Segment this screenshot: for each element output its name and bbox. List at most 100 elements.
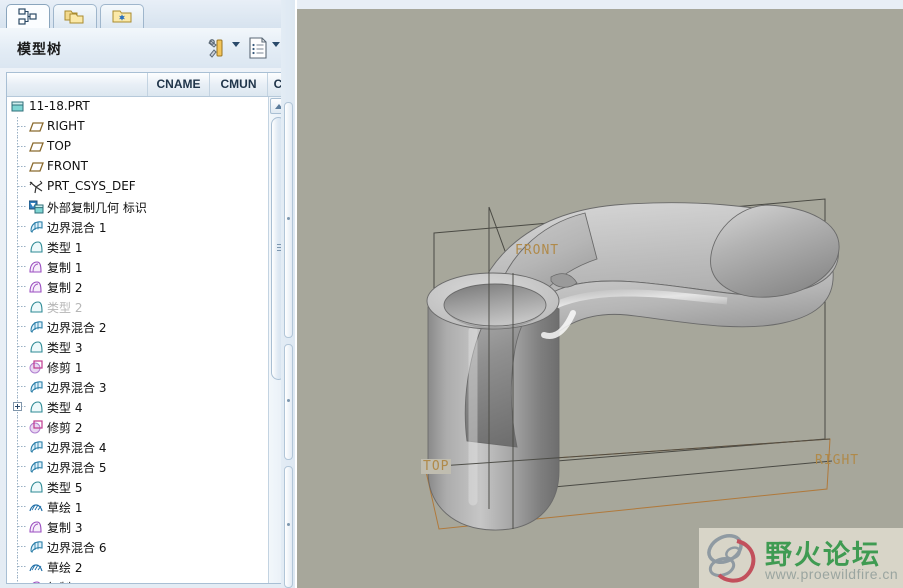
cad-model-graphic <box>424 198 840 531</box>
datum-plane-icon <box>29 140 44 154</box>
type-surface-icon <box>29 300 44 314</box>
tree-guide-line <box>17 177 18 197</box>
boundary-blend-icon <box>29 440 44 454</box>
tree-row[interactable]: 复制 1 <box>7 257 267 277</box>
tree-row[interactable]: 边界混合 2 <box>7 317 267 337</box>
tree-guide-line <box>17 497 18 517</box>
tree-row[interactable]: 边界混合 1 <box>7 217 267 237</box>
list-icon <box>249 37 267 59</box>
tree-row[interactable]: TOP <box>7 137 267 157</box>
type-surface-icon <box>29 340 44 354</box>
tree-row-label: 边界混合 2 <box>47 321 107 335</box>
tree-row[interactable]: 类型 5 <box>7 477 267 497</box>
tree-row-label: 外部复制几何 标识 <box>47 201 147 215</box>
tree-guide-line <box>17 277 18 297</box>
tab-model-tree[interactable] <box>6 4 50 29</box>
tree-elbow-line <box>18 526 27 527</box>
tree-row-label: PRT_CSYS_DEF <box>47 179 136 193</box>
column-header-cmun[interactable]: CMUN <box>209 73 267 96</box>
tree-row[interactable]: 类型 2 <box>7 297 267 317</box>
navigator-panel: 模型树 CNAME CMUN C 11-18.PRT RIGHT TOP FRO… <box>0 0 295 588</box>
tree-elbow-line <box>18 266 27 267</box>
tree-row[interactable]: 复制 2 <box>7 277 267 297</box>
datum-label-top[interactable]: TOP <box>421 459 452 474</box>
tree-guide-line <box>17 557 18 577</box>
tree-column-headers: CNAME CMUN C <box>7 73 288 97</box>
columns-dropdown-arrow[interactable] <box>272 42 280 47</box>
type-surface-icon <box>29 480 44 494</box>
external-copy-geom-icon <box>28 200 44 214</box>
tree-row[interactable]: 草绘 1 <box>7 497 267 517</box>
tree-row[interactable]: 边界混合 5 <box>7 457 267 477</box>
tree-elbow-line <box>18 346 27 347</box>
tree-row-label: 类型 5 <box>47 481 83 495</box>
tree-row-label: 修剪 2 <box>47 421 83 435</box>
tree-guide-line <box>17 457 18 477</box>
type-surface-icon <box>29 240 44 254</box>
tree-row-label: 复制 4 <box>47 579 82 583</box>
tree-elbow-line <box>18 466 27 467</box>
tab-layers[interactable] <box>53 4 97 28</box>
tree-row[interactable]: 类型 4 <box>7 397 267 417</box>
tree-row[interactable]: 草绘 2 <box>7 557 267 577</box>
tree-guide-line <box>17 137 18 157</box>
tools-dropdown-arrow[interactable] <box>232 42 240 47</box>
tree-row-label: TOP <box>47 139 72 153</box>
tree-row[interactable]: 边界混合 3 <box>7 377 267 397</box>
datum-label-front[interactable]: FRONT <box>515 243 559 258</box>
panel-title-bar: 模型树 <box>0 28 295 68</box>
splitter-handle-lower[interactable] <box>284 466 293 588</box>
tree-guide-line <box>17 197 18 217</box>
tree-elbow-line <box>18 326 27 327</box>
tree-row[interactable]: 复制 3 <box>7 517 267 537</box>
tree-elbow-line <box>18 126 27 127</box>
application-window: 模型树 CNAME CMUN C 11-18.PRT RIGHT TOP FRO… <box>0 0 903 588</box>
tree-row[interactable]: 类型 1 <box>7 237 267 257</box>
tree-row-list[interactable]: 11-18.PRT RIGHT TOP FRONT PRT_CSYS_DEF 外部复制几何… <box>7 97 267 583</box>
tab-favorites[interactable] <box>100 4 144 28</box>
splitter-handle-upper[interactable] <box>284 102 293 338</box>
tree-row[interactable]: 边界混合 6 <box>7 537 267 557</box>
boundary-blend-icon <box>29 540 44 554</box>
tree-row-label: 类型 2 <box>47 301 83 315</box>
folder-star-icon <box>111 8 133 26</box>
tree-row-label: 边界混合 3 <box>47 381 107 395</box>
tree-guide-line <box>17 237 18 257</box>
tree-row-label: 类型 4 <box>47 401 83 415</box>
panel-splitter[interactable] <box>281 0 295 588</box>
tree-row[interactable]: 复制 4 <box>7 577 267 583</box>
graphics-viewport[interactable]: FRONT TOP RIGHT <box>297 9 903 588</box>
column-header-name[interactable] <box>7 73 147 96</box>
tree-row[interactable]: RIGHT <box>7 117 267 137</box>
tree-row-label: RIGHT <box>47 119 85 133</box>
tree-elbow-line <box>18 366 27 367</box>
tree-row[interactable]: FRONT <box>7 157 267 177</box>
datum-label-right[interactable]: RIGHT <box>815 453 859 468</box>
column-header-cname[interactable]: CNAME <box>147 73 209 96</box>
trim-icon <box>29 360 44 374</box>
tree-elbow-line <box>18 386 27 387</box>
tree-row-label: 复制 3 <box>47 521 83 535</box>
logo-url: www.proewildfire.cn <box>765 566 899 582</box>
tree-guide-line <box>17 297 18 317</box>
boundary-blend-icon <box>29 380 44 394</box>
tree-row-label: 复制 2 <box>47 281 83 295</box>
tree-row[interactable]: 外部复制几何 标识 <box>7 197 267 217</box>
tree-row[interactable]: PRT_CSYS_DEF <box>7 177 267 197</box>
trim-icon <box>29 420 44 434</box>
tree-expander-toggle[interactable] <box>13 402 22 411</box>
tree-row[interactable]: 修剪 2 <box>7 417 267 437</box>
butterfly-logo-icon <box>707 533 756 583</box>
tree-row[interactable]: 类型 3 <box>7 337 267 357</box>
tree-row-label: 草绘 2 <box>47 561 83 575</box>
show-columns-button[interactable] <box>247 36 269 60</box>
tree-row-label: 类型 1 <box>47 241 83 255</box>
tree-guide-line <box>17 357 18 377</box>
tree-row-label: 修剪 1 <box>47 361 83 375</box>
tree-row[interactable]: 边界混合 4 <box>7 437 267 457</box>
tree-row[interactable]: 修剪 1 <box>7 357 267 377</box>
tree-row[interactable]: 11-18.PRT <box>7 97 267 117</box>
splitter-handle-middle[interactable] <box>284 344 293 460</box>
tree-guide-line <box>17 337 18 357</box>
settings-tools-button[interactable] <box>205 36 229 60</box>
